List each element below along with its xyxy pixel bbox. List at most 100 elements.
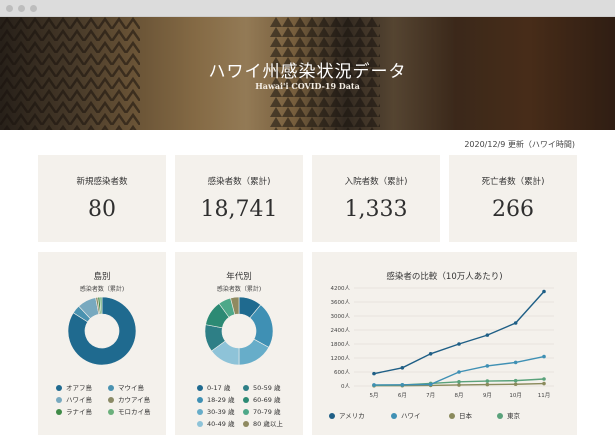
data-point[interactable] xyxy=(428,382,433,387)
legend-item[interactable]: ハワイ島 xyxy=(56,394,92,404)
data-point[interactable] xyxy=(513,360,518,365)
legend-swatch xyxy=(197,421,203,427)
x-tick-label: 8月 xyxy=(455,392,464,399)
legend-label: 50-59 歳 xyxy=(253,384,281,392)
x-tick-label: 10月 xyxy=(509,392,522,399)
stat-label: 死亡者数（累計) xyxy=(481,177,545,187)
y-tick-label: 3600人 xyxy=(331,299,351,306)
browser-toolbar xyxy=(0,0,615,17)
legend-label: ハワイ島 xyxy=(66,396,92,404)
legend-label: 18-29 歳 xyxy=(207,396,235,404)
x-tick-label: 6月 xyxy=(398,392,407,399)
legend-swatch xyxy=(449,413,455,419)
data-point[interactable] xyxy=(513,321,518,325)
data-point[interactable] xyxy=(485,364,490,368)
legend-swatch xyxy=(243,421,249,427)
legend-label: マウイ島 xyxy=(118,384,144,392)
legend-swatch xyxy=(56,385,62,391)
legend-swatch xyxy=(243,385,249,391)
page-title: ハワイ州感染状況データ xyxy=(208,62,407,82)
legend-swatch xyxy=(197,385,203,391)
data-point[interactable] xyxy=(485,379,490,383)
legend-label[interactable]: 東京 xyxy=(507,411,521,420)
legend-item[interactable]: カウアイ島 xyxy=(108,394,150,404)
stat-card-hospitalized: 入院者数（累計) 1,333 xyxy=(312,155,440,242)
legend-item[interactable]: マウイ島 xyxy=(108,382,144,392)
window-maximize-dot[interactable] xyxy=(30,5,37,12)
page-subtitle: Hawai'i COVID-19 Data xyxy=(255,81,360,91)
legend-item[interactable]: 30-39 歳 xyxy=(197,406,234,416)
legend-label[interactable]: アメリカ xyxy=(339,412,365,420)
comparison-chart-card: 感染者の比較（10万人あたり) 0人 600人 1200人 1800人 2400人 300… xyxy=(312,252,577,435)
island-donut-chart xyxy=(67,296,137,366)
window-minimize-dot[interactable] xyxy=(18,5,25,12)
legend-label: 0-17 歳 xyxy=(207,384,231,392)
legend-swatch xyxy=(243,397,249,403)
y-tick-label: 4200人 xyxy=(331,285,351,292)
data-point[interactable] xyxy=(513,382,518,387)
y-tick-label: 0人 xyxy=(341,383,350,390)
updated-timestamp: 2020/12/9 更新（ハワイ時間) xyxy=(464,140,575,149)
x-tick-label: 11月 xyxy=(538,392,551,399)
stat-label: 入院者数（累計) xyxy=(344,177,408,187)
stat-label: 感染者数（累計) xyxy=(207,177,271,187)
data-point[interactable] xyxy=(372,371,376,376)
y-tick-label: 2400人 xyxy=(331,327,351,334)
age-chart-card: 年代別 感染者数（累計) 0-17 歳 50-59 歳 18-29 歳 60-6… xyxy=(175,252,303,435)
legend-item[interactable]: モロカイ島 xyxy=(108,406,151,416)
legend-label: 80 歳以上 xyxy=(253,420,283,428)
data-point[interactable] xyxy=(542,377,546,381)
data-point[interactable] xyxy=(513,378,518,383)
data-point[interactable] xyxy=(457,383,461,387)
data-point[interactable] xyxy=(400,366,405,370)
legend-swatch xyxy=(497,413,503,419)
data-point[interactable] xyxy=(428,352,433,356)
legend-label: モロカイ島 xyxy=(118,408,151,416)
legend-label[interactable]: 日本 xyxy=(459,411,473,420)
data-point[interactable] xyxy=(485,333,490,337)
y-tick-label: 3000人 xyxy=(331,313,351,320)
age-legend: 0-17 歳 50-59 歳 18-29 歳 60-69 歳 30-39 歳 7… xyxy=(197,382,303,434)
legend-swatch xyxy=(197,409,203,415)
stat-value: 266 xyxy=(492,197,534,222)
legend-item[interactable]: 0-17 歳 xyxy=(197,382,230,392)
data-point[interactable] xyxy=(542,289,546,294)
data-point[interactable] xyxy=(542,381,546,386)
y-tick-label: 1200人 xyxy=(331,355,351,362)
legend-label: オアフ島 xyxy=(66,384,92,392)
legend-swatch xyxy=(329,413,335,419)
legend-label: 40-49 歳 xyxy=(207,420,235,428)
legend-swatch xyxy=(243,409,249,415)
data-point[interactable] xyxy=(457,342,461,346)
legend-item[interactable]: 18-29 歳 xyxy=(197,394,234,404)
legend-label[interactable]: ハワイ xyxy=(401,412,421,420)
legend-item[interactable]: 40-49 歳 xyxy=(197,418,234,428)
data-point[interactable] xyxy=(372,383,376,387)
data-point[interactable] xyxy=(457,370,461,374)
data-point[interactable] xyxy=(457,380,461,384)
stat-card-deaths: 死亡者数（累計) 266 xyxy=(449,155,577,242)
data-point[interactable] xyxy=(400,383,405,387)
data-point[interactable] xyxy=(542,354,546,359)
legend-item[interactable]: 70-79 歳 xyxy=(243,406,280,416)
x-tick-label: 5月 xyxy=(370,392,379,399)
legend-swatch xyxy=(391,413,397,419)
legend-swatch xyxy=(108,385,114,391)
legend-item[interactable]: 60-69 歳 xyxy=(243,394,280,404)
legend-item[interactable]: オアフ島 xyxy=(56,382,92,392)
window-close-dot[interactable] xyxy=(6,5,13,12)
legend-item[interactable]: 50-59 歳 xyxy=(243,382,280,392)
legend-item[interactable]: ラナイ島 xyxy=(56,406,92,416)
legend-swatch xyxy=(197,397,203,403)
age-donut-chart xyxy=(204,296,274,366)
chart-subtitle: 感染者数（累計) xyxy=(216,286,262,293)
y-tick-label: 1800人 xyxy=(331,341,351,348)
legend-item[interactable]: 80 歳以上 xyxy=(243,418,283,428)
data-point[interactable] xyxy=(485,382,490,387)
stat-value: 80 xyxy=(88,197,116,222)
y-tick-label: 600人 xyxy=(334,369,350,376)
chart-title: 年代別 xyxy=(226,272,252,282)
stat-card-new-cases: 新規感染者数 80 xyxy=(38,155,166,242)
chart-title: 島別 xyxy=(93,272,111,282)
legend-swatch xyxy=(108,397,114,403)
